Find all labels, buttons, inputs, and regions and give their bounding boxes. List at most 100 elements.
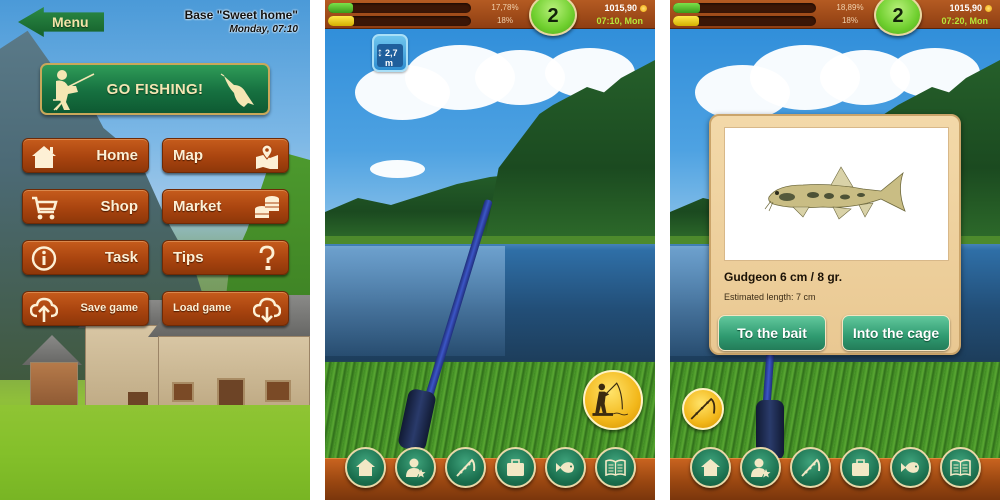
nav-home-button[interactable] xyxy=(690,447,731,488)
coin-icon xyxy=(640,4,647,12)
nav-tackle-button[interactable] xyxy=(445,447,486,488)
nav-profile-button[interactable] xyxy=(740,447,781,488)
fish-title: Gudgeon 6 cm / 8 gr. xyxy=(724,270,843,284)
energy-percent: 18% xyxy=(496,16,513,25)
game-clock: 07:20, Mon xyxy=(941,16,988,26)
game-clock: 07:10, Mon xyxy=(596,16,643,26)
xp-bar-fill xyxy=(328,3,354,13)
nav-journal-button[interactable] xyxy=(595,447,636,488)
book-icon xyxy=(605,459,626,477)
nav-profile-button[interactable] xyxy=(395,447,436,488)
menu-tips-label: Tips xyxy=(173,249,204,266)
base-datetime: Monday, 07:10 xyxy=(229,24,298,35)
base-screen: Menu Base "Sweet home" Monday, 07:10 GO … xyxy=(0,0,310,500)
briefcase-icon xyxy=(852,459,869,476)
nav-catch-button[interactable] xyxy=(545,447,586,488)
xp-bar xyxy=(328,3,471,13)
cloud-upload-icon xyxy=(30,297,58,322)
info-icon xyxy=(31,246,57,271)
nav-catch-button[interactable] xyxy=(890,447,931,488)
cloud xyxy=(370,160,425,178)
fishing-rod-icon xyxy=(690,397,716,420)
cast-action-button[interactable] xyxy=(583,370,643,430)
menu-market-label: Market xyxy=(173,198,222,215)
cloud-download-icon xyxy=(253,297,281,323)
fish-icon xyxy=(901,462,919,473)
energy-percent: 18% xyxy=(841,16,858,25)
chalet xyxy=(30,362,78,407)
location-name: Base "Sweet home" xyxy=(184,8,298,22)
menu-load-game-label: Load game xyxy=(173,302,232,314)
profile-star-icon xyxy=(751,458,771,478)
cart-icon xyxy=(32,196,58,220)
energy-bar xyxy=(328,16,471,26)
menu-map-label: Map xyxy=(173,147,203,164)
menu-home-button[interactable]: Home xyxy=(22,138,149,173)
window xyxy=(265,380,291,402)
money-display: 1015,90 xyxy=(604,3,647,13)
depth-value: 2,7 m xyxy=(385,48,398,68)
go-fishing-button[interactable]: GO FISHING! xyxy=(40,63,270,115)
fishing-rod-icon xyxy=(456,458,476,477)
energy-bar-fill xyxy=(328,16,354,26)
fishing-rod-icon xyxy=(801,458,821,477)
rod-action-button[interactable] xyxy=(682,388,724,430)
fish-estimate: Estimated length: 7 cm xyxy=(724,292,816,302)
menu-save-game-label: Save game xyxy=(80,302,138,314)
fishing-screen: 17,78% 18% 1015,90 07:10, Mon 2 ↕ 2,7 m xyxy=(325,0,655,500)
menu-save-game-button[interactable]: Save game xyxy=(22,291,149,326)
hud-bar: 17,78% 18% 1015,90 07:10, Mon xyxy=(325,0,655,29)
menu-back-label: Menu xyxy=(52,14,89,30)
fisherman-casting-icon xyxy=(592,382,629,416)
menu-back-button[interactable]: Menu xyxy=(18,7,104,37)
menu-task-label: Task xyxy=(104,249,138,266)
money-value: 1015,90 xyxy=(604,3,637,13)
menu-shop-label: Shop xyxy=(100,198,139,215)
nav-inventory-button[interactable] xyxy=(495,447,536,488)
menu-home-label: Home xyxy=(96,147,138,164)
to-the-bait-button[interactable]: To the bait xyxy=(718,315,826,351)
menu-market-button[interactable]: Market xyxy=(162,189,289,224)
house-icon xyxy=(32,146,56,168)
stone-house xyxy=(85,325,165,417)
xp-bar xyxy=(673,3,816,13)
depth-arrow-icon: ↕ xyxy=(377,45,383,59)
xp-bar-fill xyxy=(673,3,700,13)
meadow xyxy=(0,405,310,500)
gudgeon-fish-image xyxy=(764,166,906,220)
energy-bar xyxy=(673,16,816,26)
profile-star-icon xyxy=(406,458,426,478)
water-reflection xyxy=(325,246,505,356)
nav-home-button[interactable] xyxy=(345,447,386,488)
nav-tackle-button[interactable] xyxy=(790,447,831,488)
catch-screen: 18,89% 18% 1015,90 07:20, Mon 2 Gudgeon … xyxy=(670,0,1000,500)
depth-indicator: ↕ 2,7 m xyxy=(372,34,408,72)
xp-percent: 18,89% xyxy=(836,3,864,12)
menu-load-game-button[interactable]: Load game xyxy=(162,291,289,326)
catch-dialog: Gudgeon 6 cm / 8 gr. Estimated length: 7… xyxy=(709,114,961,355)
menu-tips-button[interactable]: Tips xyxy=(162,240,289,275)
house-icon xyxy=(356,459,375,476)
nav-journal-button[interactable] xyxy=(940,447,981,488)
nav-inventory-button[interactable] xyxy=(840,447,881,488)
house-icon xyxy=(701,459,720,476)
shoreline xyxy=(325,236,655,244)
coins-icon xyxy=(255,196,279,218)
coin-icon xyxy=(985,4,992,12)
xp-percent: 17,78% xyxy=(491,3,519,12)
fish-icon xyxy=(556,462,574,473)
map-pin-icon xyxy=(256,144,278,169)
menu-task-button[interactable]: Task xyxy=(22,240,149,275)
hud-bar: 18,89% 18% 1015,90 07:20, Mon xyxy=(670,0,1000,29)
book-icon xyxy=(950,459,971,477)
window xyxy=(172,382,194,402)
base-header: Base "Sweet home" Monday, 07:10 xyxy=(185,8,298,35)
energy-bar-fill xyxy=(673,16,699,26)
menu-shop-button[interactable]: Shop xyxy=(22,189,149,224)
menu-map-button[interactable]: Map xyxy=(162,138,289,173)
money-display: 1015,90 xyxy=(949,3,992,13)
fish-icon xyxy=(220,73,254,107)
briefcase-icon xyxy=(507,459,524,476)
fish-photo xyxy=(724,127,949,261)
into-the-cage-button[interactable]: Into the cage xyxy=(842,315,950,351)
